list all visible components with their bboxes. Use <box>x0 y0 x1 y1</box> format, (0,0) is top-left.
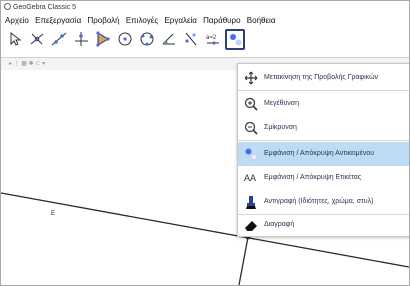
point-on-line-icon <box>30 33 44 45</box>
slider-icon-text: a=2 <box>206 35 217 41</box>
show-hide-object-icon <box>245 148 258 161</box>
menu-bar: Αρχείο Επεξεργασία Προβολή Επιλογές Εργα… <box>1 14 409 28</box>
menu-options[interactable]: Επιλογές <box>126 14 158 28</box>
menu-help[interactable]: Βοήθεια <box>247 14 276 28</box>
move-arrow-icon <box>10 31 22 46</box>
menu-item-show-hide-label[interactable]: AA Εμφάνιση / Απόκρυψη Ετικέτας <box>238 166 409 190</box>
menu-edit[interactable]: Επεξεργασία <box>35 14 81 28</box>
menu-item-zoom-out[interactable]: Σμίκρυνση <box>238 116 409 140</box>
menu-window[interactable]: Παράθυρο <box>203 14 240 28</box>
move-tool-button[interactable] <box>5 29 25 50</box>
angle-tool-button[interactable] <box>159 29 179 50</box>
perpendicular-line-icon <box>75 32 88 46</box>
menu-item-label: Αντιγραφή (Ιδιότητες, χρώμα, στυλ) <box>264 198 374 205</box>
window-title: GeoGebra Classic 5 <box>13 4 77 11</box>
separator <box>238 90 409 91</box>
menu-item-label: Εμφάνιση / Απόκρυψη Ετικέτας <box>264 174 362 181</box>
reflect-tool-button[interactable] <box>181 29 201 50</box>
show-hide-tool-button[interactable] <box>225 29 245 50</box>
line-icon <box>51 32 67 46</box>
circle-tool-button[interactable] <box>115 29 135 50</box>
title-bar: GeoGebra Classic 5 <box>1 1 409 14</box>
circle-center-icon <box>118 32 132 46</box>
slider-icon: a=2 <box>206 35 219 45</box>
separator <box>238 214 409 215</box>
menu-item-label: Διαγραφή <box>264 221 295 228</box>
geogebra-window: GeoGebra Classic 5 Αρχείο Επεξεργασία Πρ… <box>0 0 410 286</box>
zoom-in-icon <box>244 97 258 111</box>
menu-item-label: Σμίκρυνση <box>264 124 297 131</box>
menu-item-show-hide-object[interactable]: Εμφάνιση / Απόκρυψη Αντικειμένου <box>238 142 409 166</box>
menu-item-label: Εμφάνιση / Απόκρυψη Αντικειμένου <box>264 150 375 157</box>
toolbar: a=2 <box>5 29 247 55</box>
menu-item-move-view[interactable]: Μετακίνηση της Προβολής Γραφικών <box>238 66 409 90</box>
move-view-icon <box>244 71 258 85</box>
menu-item-label: Μεγέθυνση <box>264 100 300 107</box>
menu-item-copy-style[interactable]: Αντιγραφή (Ιδιότητες, χρώμα, στυλ) <box>238 190 409 214</box>
line-tool-button[interactable] <box>49 29 69 50</box>
reflect-icon <box>185 32 197 46</box>
menu-item-delete[interactable]: Διαγραφή <box>238 216 409 234</box>
conic-icon <box>140 32 154 46</box>
slider-tool-button[interactable]: a=2 <box>203 29 223 50</box>
geogebra-logo-icon <box>4 3 11 10</box>
polygon-tool-button[interactable] <box>93 29 113 50</box>
menu-item-label: Μετακίνηση της Προβολής Γραφικών <box>264 74 379 81</box>
copy-style-icon <box>246 196 256 209</box>
perpendicular-tool-button[interactable] <box>71 29 91 50</box>
angle-icon <box>162 33 175 45</box>
separator <box>238 140 409 141</box>
menu-file[interactable]: Αρχείο <box>5 14 29 28</box>
menu-tools[interactable]: Εργαλεία <box>164 14 196 28</box>
point-label: E <box>51 211 55 217</box>
eraser-icon <box>245 221 257 231</box>
perpendicular-line-graphic[interactable] <box>238 236 249 285</box>
view-tools-dropdown: Μετακίνηση της Προβολής Γραφικών Μεγέθυν… <box>237 63 409 237</box>
menu-view[interactable]: Προβολή <box>87 14 119 28</box>
conic-tool-button[interactable] <box>137 29 157 50</box>
point-tool-button[interactable] <box>27 29 47 50</box>
menu-item-zoom-in[interactable]: Μεγέθυνση <box>238 92 409 116</box>
show-hide-object-icon <box>230 34 242 46</box>
style-bar-toggle-icon[interactable]: ▸ ⋮ ▦ ✱ ⊂ ▾ <box>9 61 45 67</box>
zoom-out-icon <box>244 121 258 135</box>
label-icon: AA <box>244 173 257 183</box>
polygon-icon <box>96 31 110 47</box>
